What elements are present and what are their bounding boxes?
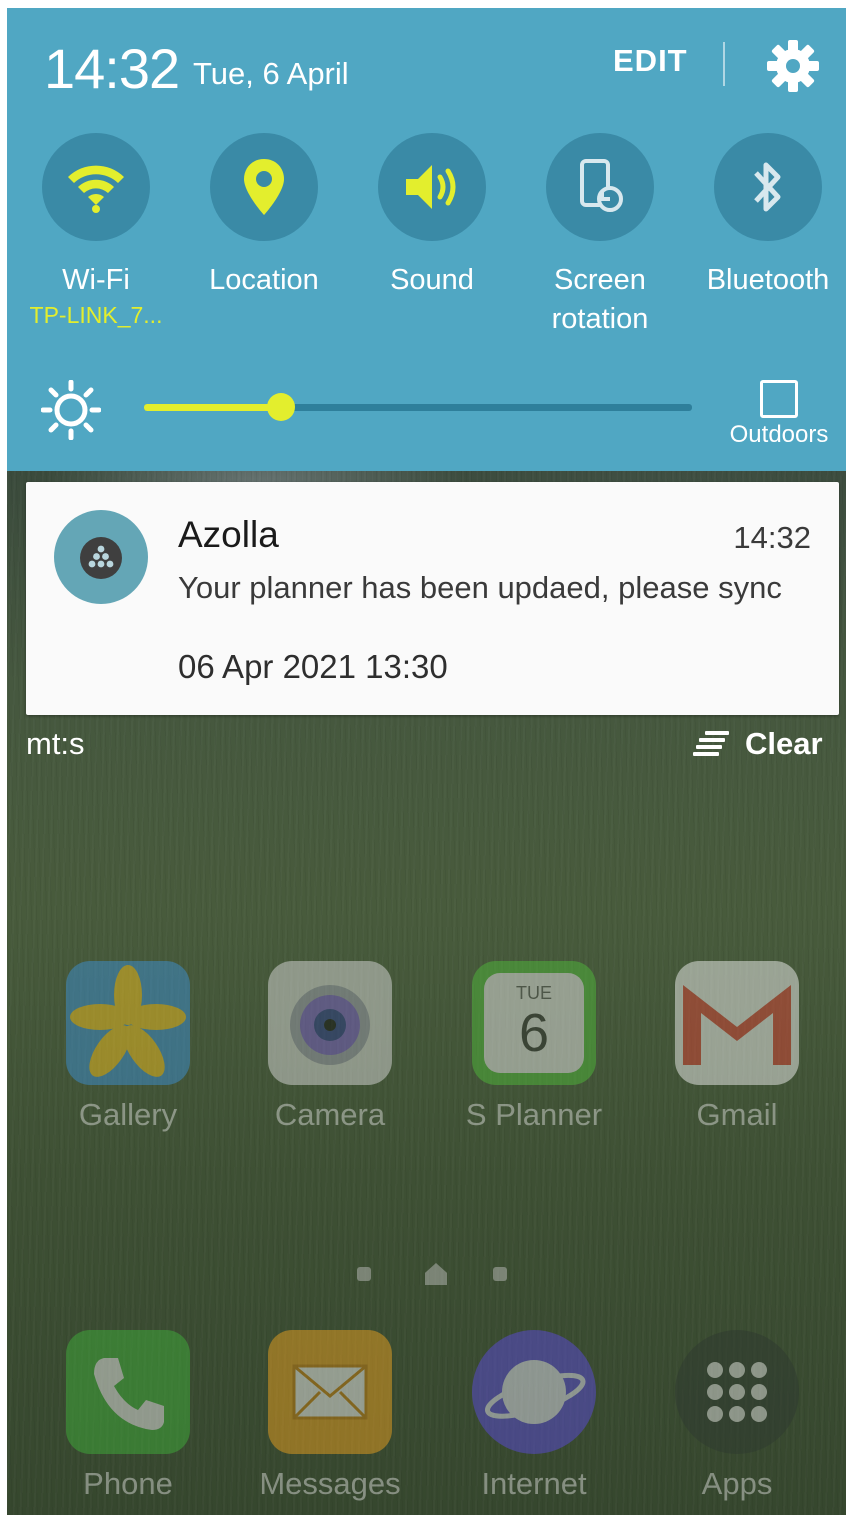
bluetooth-toggle-circle[interactable] (714, 133, 822, 241)
calendar-icon: TUE 6 (472, 961, 596, 1085)
page-indicator (353, 1263, 513, 1285)
messages-icon (268, 1330, 392, 1454)
edit-button[interactable]: EDIT (613, 43, 688, 79)
azolla-app-icon (54, 510, 148, 604)
internet-label: Internet (481, 1466, 587, 1501)
phone-icon (66, 1330, 190, 1454)
wifi-network-name: TP-LINK_7... (29, 302, 163, 328)
apps-grid-icon (675, 1330, 799, 1454)
azolla-logo-icon (80, 537, 122, 579)
bluetooth-toggle[interactable]: Bluetooth (684, 133, 846, 300)
location-pin-icon (244, 159, 284, 215)
notification-app-name: Azolla (178, 514, 279, 555)
gallery-label: Gallery (78, 1097, 178, 1132)
header-divider (723, 42, 725, 86)
calendar-day-label: TUE (516, 983, 552, 1003)
apps-label: Apps (701, 1466, 773, 1501)
phone-label: Phone (83, 1466, 173, 1501)
camera-icon (268, 961, 392, 1085)
wifi-label: Wi-Fi (62, 264, 130, 296)
location-toggle-circle[interactable] (210, 133, 318, 241)
internet-icon (472, 1330, 596, 1454)
sound-label: Sound (390, 264, 474, 296)
location-toggle[interactable]: Location (180, 133, 348, 300)
notification-time: 14:32 (733, 520, 811, 555)
screen-rotation-toggle-circle[interactable] (546, 133, 654, 241)
sound-toggle[interactable]: Sound (348, 133, 516, 300)
quick-settings-panel: 14:32 Tue, 6 April EDIT Wi-Fi TP-LINK_7.… (7, 8, 846, 471)
gmail-icon (675, 961, 799, 1085)
brightness-slider-thumb[interactable] (267, 393, 295, 421)
bluetooth-icon (754, 162, 781, 212)
dock-app-phone[interactable]: Phone (26, 1330, 230, 1502)
carrier-label: mt:s (26, 726, 85, 761)
sound-toggle-circle[interactable] (378, 133, 486, 241)
notification-card[interactable]: Azolla 14:32 Your planner has been updae… (26, 482, 839, 715)
wifi-toggle[interactable]: Wi-Fi TP-LINK_7... (12, 133, 180, 328)
bluetooth-label: Bluetooth (706, 264, 830, 296)
brightness-slider-fill (144, 404, 281, 411)
messages-label: Messages (259, 1466, 401, 1501)
screen-rotation-toggle[interactable]: Screen rotation (516, 133, 684, 339)
home-app-camera[interactable]: Camera (228, 961, 432, 1133)
home-app-gmail[interactable]: Gmail (635, 961, 839, 1133)
outdoors-label: Outdoors (729, 421, 829, 448)
page-dot (357, 1267, 371, 1281)
gallery-icon (66, 961, 190, 1085)
dock-app-internet[interactable]: Internet (432, 1330, 636, 1502)
screen-rotation-icon (580, 159, 623, 212)
notification-datetime: 06 Apr 2021 13:30 (178, 648, 448, 685)
brightness-icon[interactable] (41, 380, 101, 440)
clear-label: Clear (745, 726, 823, 761)
date: Tue, 6 April (193, 56, 349, 91)
s-planner-label: S Planner (465, 1097, 603, 1132)
clear-all-icon (693, 731, 729, 756)
gear-icon (767, 40, 819, 92)
page-dot (493, 1267, 507, 1281)
screen-rotation-label: Screen rotation (551, 264, 649, 335)
home-app-gallery[interactable]: Gallery (26, 961, 230, 1133)
dock-app-messages[interactable]: Messages (228, 1330, 432, 1502)
settings-button[interactable] (765, 38, 821, 94)
brightness-slider[interactable] (144, 393, 692, 421)
dock-app-apps[interactable]: Apps (635, 1330, 839, 1502)
home-page-dot (425, 1263, 447, 1285)
speaker-icon (406, 165, 456, 209)
gmail-label: Gmail (696, 1097, 778, 1132)
wifi-icon (68, 165, 124, 213)
location-label: Location (209, 264, 319, 296)
notification-message: Your planner has been updaed, please syn… (178, 570, 782, 605)
outdoors-checkbox[interactable] (760, 380, 798, 418)
home-app-s-planner[interactable]: TUE 6 S Planner (432, 961, 636, 1133)
calendar-day-number: 6 (518, 1003, 550, 1063)
clear-button[interactable]: Clear (693, 726, 823, 762)
phone-screen: 14:32 Tue, 6 April EDIT Wi-Fi TP-LINK_7.… (7, 8, 846, 1515)
clock: 14:32 (44, 37, 180, 100)
camera-label: Camera (274, 1097, 386, 1132)
wifi-toggle-circle[interactable] (42, 133, 150, 241)
